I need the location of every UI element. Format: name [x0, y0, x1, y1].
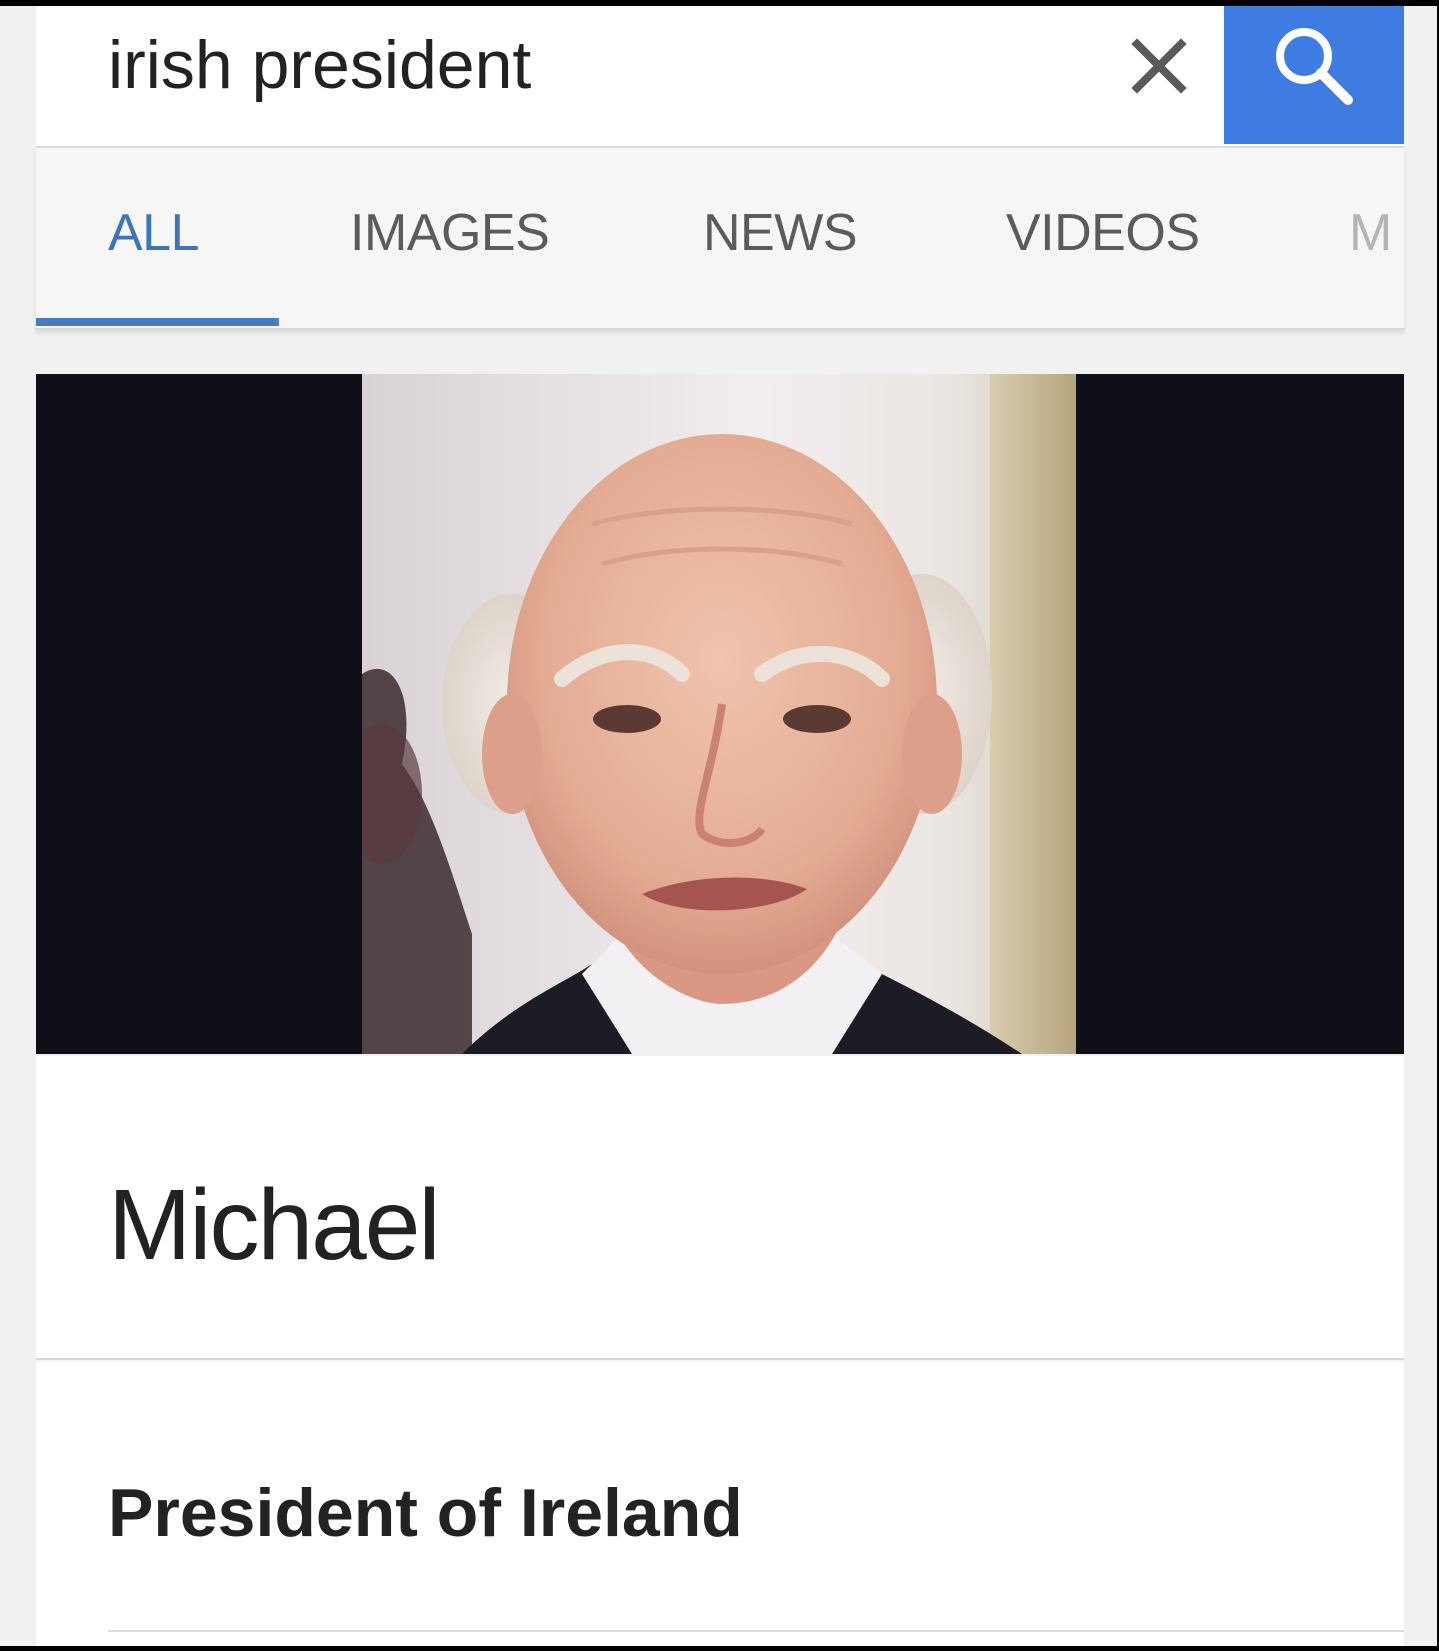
result-description-card: President of Ireland [36, 1362, 1404, 1646]
clear-search-button[interactable] [1104, 16, 1214, 116]
tab-all[interactable]: ALL [108, 148, 200, 318]
tab-videos[interactable]: VIDEOS [1006, 148, 1200, 318]
result-title-card: Michael [36, 1056, 1404, 1360]
tab-images[interactable]: IMAGES [350, 148, 550, 318]
search-tabs: ALL IMAGES NEWS VIDEOS M [36, 148, 1404, 330]
search-button[interactable] [1224, 6, 1404, 144]
tab-more[interactable]: M [1349, 148, 1392, 318]
search-input[interactable] [108, 20, 1088, 110]
result-description: President of Ireland [108, 1475, 743, 1551]
divider [108, 1630, 1404, 1632]
close-icon [1131, 38, 1187, 94]
knowledge-panel-image[interactable] [36, 374, 1404, 1054]
active-tab-indicator [36, 318, 279, 326]
result-name: Michael [108, 1169, 441, 1281]
tab-news[interactable]: NEWS [703, 148, 858, 318]
search-results-screen: ALL IMAGES NEWS VIDEOS M [0, 6, 1437, 1646]
search-bar [36, 6, 1404, 148]
portrait-photo [362, 374, 1076, 1054]
